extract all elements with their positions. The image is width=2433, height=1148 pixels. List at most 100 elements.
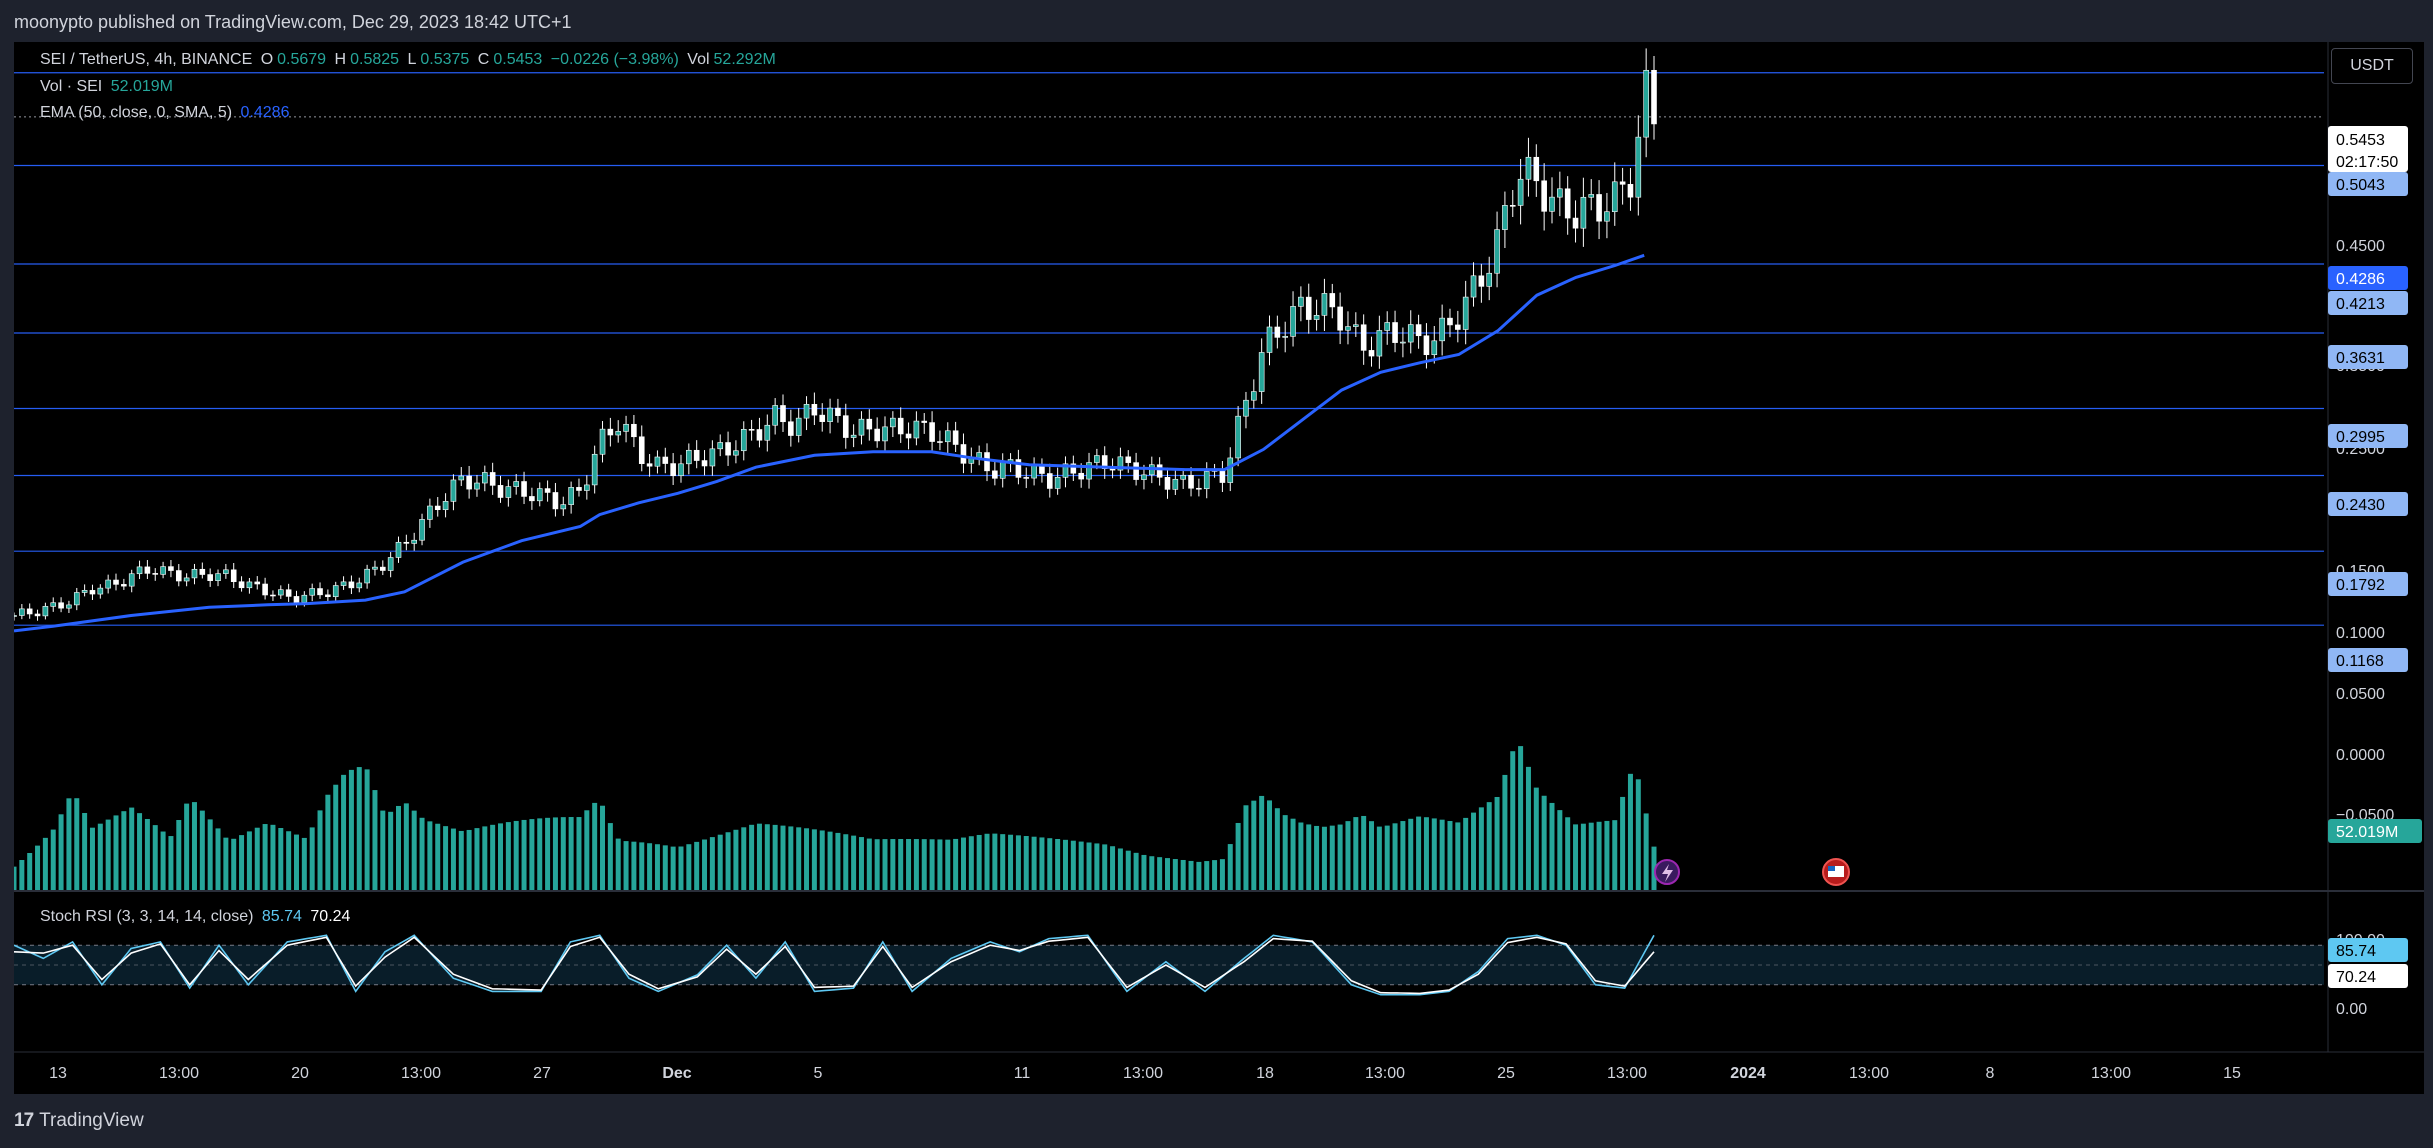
candle-body (434, 505, 441, 511)
volume-bar (1345, 821, 1351, 890)
volume-bar (1172, 859, 1178, 890)
volume-bar (341, 774, 347, 890)
volume-bar (662, 845, 668, 890)
candle-body (1329, 293, 1336, 308)
volume-bar (325, 794, 331, 890)
candle-body (1635, 136, 1642, 198)
candle-body (576, 487, 582, 491)
candle-body (638, 436, 645, 464)
price-label-value: 0.2430 (2336, 497, 2385, 514)
volume-bar (984, 833, 990, 890)
close-value: 0.5453 (493, 51, 543, 68)
candle-body (505, 486, 512, 498)
candle-body (1494, 229, 1500, 274)
volume-bar (1463, 817, 1469, 890)
price-chart[interactable]: 0.45000.35000.25000.20000.15000.10000.05… (14, 42, 2424, 1094)
candle-body (1243, 399, 1249, 417)
vol-value: 52.292M (713, 51, 776, 68)
volume-bar (1047, 838, 1053, 890)
candle-body (1557, 188, 1563, 198)
candle-body (183, 577, 190, 582)
candle-body (1039, 465, 1045, 474)
candle-body (26, 608, 33, 615)
volume-bar (144, 818, 150, 890)
candle-body (175, 570, 182, 582)
volume-legend[interactable]: Vol · SEI 52.019M (40, 78, 177, 96)
candle-body (623, 423, 629, 432)
candle-body (1290, 306, 1296, 337)
volume-bar (419, 817, 425, 890)
candle-body (1478, 275, 1485, 287)
volume-bar (686, 844, 692, 890)
volume-bar (113, 815, 119, 890)
candle-body (1282, 336, 1288, 338)
volume-bar (545, 817, 551, 890)
volume-bar (1612, 820, 1618, 890)
volume-bar (513, 820, 519, 890)
candle-body (631, 423, 637, 438)
volume-bar (184, 803, 190, 890)
volume-bar (819, 830, 825, 890)
candle-body (1643, 69, 1649, 138)
candle-body (230, 569, 237, 583)
currency-button[interactable]: USDT (2331, 48, 2413, 84)
volume-bar (388, 811, 394, 890)
volume-bar (348, 769, 354, 890)
candle-body (1305, 296, 1312, 320)
candle-body (788, 421, 794, 436)
candle-body (1086, 462, 1092, 480)
stoch-axis-tick: 0.00 (2336, 1001, 2367, 1018)
candle-body (1470, 275, 1477, 298)
candle-body (317, 588, 323, 596)
volume-bar (301, 837, 307, 890)
high-value: 0.5825 (350, 51, 400, 68)
tradingview-logo-text: TradingView (39, 1110, 144, 1131)
volume-bar (293, 834, 299, 890)
volume-bar (1078, 841, 1084, 890)
candle-body (662, 456, 669, 464)
candle-body (1549, 196, 1555, 212)
volume-bar (560, 817, 566, 890)
volume-bar (1416, 816, 1422, 890)
candle-body (254, 581, 261, 585)
volume-bar (804, 828, 810, 890)
candle-body (780, 405, 786, 423)
volume-bar (1580, 823, 1586, 890)
candle-body (285, 589, 292, 597)
volume-bar (505, 822, 511, 890)
stoch-legend[interactable]: Stoch RSI (3, 3, 14, 14, close) 85.74 70… (40, 908, 354, 926)
candle-body (403, 541, 410, 544)
candle-body (1227, 457, 1234, 483)
candle-body (678, 463, 684, 477)
candle-body (1651, 69, 1657, 125)
candle-body (1431, 340, 1438, 356)
volume-bar (207, 819, 213, 890)
symbol-name[interactable]: SEI / TetherUS, 4h, BINANCE (40, 51, 252, 68)
candle-body (1266, 326, 1273, 353)
time-axis-tick: 13:00 (1365, 1065, 1405, 1082)
footer-bar: 17 TradingView (0, 1094, 2433, 1148)
ema-legend[interactable]: EMA (50, close, 0, SMA, 5) 0.4286 (40, 104, 293, 122)
tradingview-logo-icon: 17 (14, 1110, 34, 1131)
candle-body (277, 589, 284, 596)
candle-body (215, 573, 221, 581)
candle-body (482, 472, 488, 484)
volume-bar (1369, 821, 1375, 890)
candle-body (262, 583, 268, 596)
volume-bar (968, 836, 974, 890)
ema-legend-value: 0.4286 (240, 104, 290, 121)
tradingview-logo[interactable]: 17 TradingView (14, 1110, 144, 1132)
candle-body (999, 462, 1006, 479)
candle-body (136, 566, 143, 575)
volume-bar (552, 817, 558, 890)
candle-body (646, 463, 653, 467)
volume-bar (1188, 860, 1194, 890)
chart-area[interactable]: 0.45000.35000.25000.20000.15000.10000.05… (14, 42, 2424, 1094)
candle-body (740, 428, 747, 452)
volume-bar (976, 834, 982, 890)
volume-bar (874, 839, 880, 890)
candle-body (199, 568, 206, 575)
volume-bar (851, 835, 857, 890)
candle-body (168, 566, 174, 571)
open-value: 0.5679 (277, 51, 327, 68)
